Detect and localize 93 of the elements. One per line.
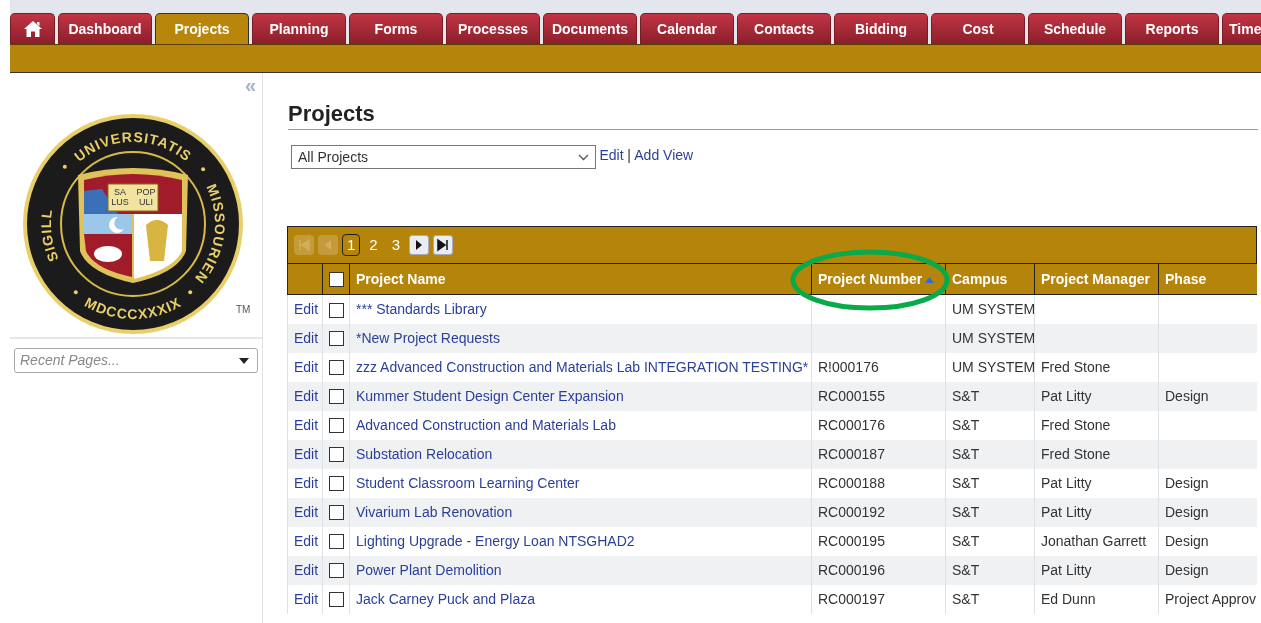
table-cell: S&T bbox=[945, 555, 1035, 585]
chevron-down-icon bbox=[578, 153, 589, 161]
recent-pages-dropdown[interactable]: Recent Pages... bbox=[14, 348, 258, 373]
nav-tab[interactable]: Time bbox=[1222, 13, 1261, 44]
row-checkbox[interactable] bbox=[329, 505, 344, 521]
select-all-checkbox[interactable] bbox=[329, 272, 344, 288]
table-cell: S&T bbox=[945, 497, 1035, 527]
table-cell: RC000155 bbox=[811, 381, 946, 411]
table-cell: RC000192 bbox=[811, 497, 946, 527]
nav-tab[interactable]: Dashboard bbox=[58, 13, 152, 44]
table-cell: Design bbox=[1158, 555, 1257, 585]
table-cell: Fred Stone bbox=[1034, 439, 1159, 469]
nav-tab[interactable]: Bidding bbox=[834, 13, 928, 44]
nav-tab[interactable]: Processes bbox=[446, 13, 540, 44]
page-title: Projects bbox=[288, 100, 1258, 130]
project-name-link[interactable]: Vivarium Lab Renovation bbox=[356, 503, 513, 520]
project-name-link[interactable]: *** Standards Library bbox=[356, 300, 487, 317]
trademark-text: TM bbox=[236, 303, 251, 317]
table-cell: Fred Stone bbox=[1034, 410, 1159, 440]
table-cell: UM SYSTEM bbox=[945, 323, 1035, 353]
table-cell: RC000196 bbox=[811, 555, 946, 585]
project-name-link[interactable]: Advanced Construction and Materials Lab bbox=[356, 416, 616, 433]
book-text: POP ULI bbox=[136, 187, 156, 207]
nav-tab[interactable]: Schedule bbox=[1028, 13, 1122, 44]
table-cell: S&T bbox=[945, 410, 1035, 440]
nav-tab[interactable]: Cost bbox=[931, 13, 1025, 44]
table-cell: Design bbox=[1158, 497, 1257, 527]
row-checkbox[interactable] bbox=[329, 389, 344, 405]
table-cell: RC000197 bbox=[811, 584, 946, 614]
table-cell: Pat Litty bbox=[1034, 497, 1159, 527]
nav-tab[interactable]: Reports bbox=[1125, 13, 1219, 44]
table-cell: Design bbox=[1158, 526, 1257, 556]
add-view-link[interactable]: Add View bbox=[634, 144, 694, 166]
table-cell: Project Approv bbox=[1158, 584, 1257, 614]
project-name-link[interactable]: Jack Carney Puck and Plaza bbox=[356, 590, 535, 607]
table-cell: Jonathan Garrett bbox=[1034, 526, 1159, 556]
nav-tab[interactable]: Forms bbox=[349, 13, 443, 44]
edit-view-link[interactable]: Edit bbox=[599, 144, 624, 166]
row-checkbox[interactable] bbox=[329, 592, 344, 608]
project-name-link[interactable]: Substation Relocation bbox=[356, 445, 493, 462]
caret-icon bbox=[239, 357, 249, 364]
project-name-link[interactable]: Lighting Upgrade - Energy Loan NTSGHAD2 bbox=[356, 532, 635, 549]
row-checkbox[interactable] bbox=[329, 476, 344, 492]
seal-year-text: MDCCCXXXIX bbox=[82, 293, 184, 323]
edit-link[interactable]: Edit bbox=[294, 416, 319, 433]
nav-tab[interactable]: Documents bbox=[543, 13, 637, 44]
row-checkbox[interactable] bbox=[329, 418, 344, 434]
table-cell: Ed Dunn bbox=[1034, 584, 1159, 614]
first-page-icon bbox=[297, 238, 311, 252]
nav-tab[interactable]: Contacts bbox=[737, 13, 831, 44]
table-cell: Fred Stone bbox=[1034, 352, 1159, 382]
table-cell: Pat Litty bbox=[1034, 555, 1159, 585]
table-cell: S&T bbox=[945, 439, 1035, 469]
table-cell: Design bbox=[1158, 468, 1257, 498]
table-cell: S&T bbox=[945, 584, 1035, 614]
table-cell: Design bbox=[1158, 381, 1257, 411]
table-cell: RC000195 bbox=[811, 526, 946, 556]
edit-link[interactable]: Edit bbox=[294, 532, 319, 549]
table-cell: UM SYSTEM bbox=[945, 352, 1035, 382]
table-cell: S&T bbox=[945, 526, 1035, 556]
edit-link[interactable]: Edit bbox=[294, 590, 319, 607]
nav-tab[interactable]: Planning bbox=[252, 13, 346, 44]
nav-tab[interactable]: Calendar bbox=[640, 13, 734, 44]
edit-link[interactable]: Edit bbox=[294, 358, 319, 375]
edit-link[interactable]: Edit bbox=[294, 300, 319, 317]
edit-link[interactable]: Edit bbox=[294, 474, 319, 491]
home-icon bbox=[22, 20, 43, 38]
table-cell: RC000188 bbox=[811, 468, 946, 498]
table-cell: UM SYSTEM bbox=[945, 294, 1035, 324]
table-cell: RC000187 bbox=[811, 439, 946, 469]
row-checkbox[interactable] bbox=[329, 563, 344, 579]
view-select[interactable]: All Projects bbox=[291, 145, 596, 169]
project-name-link[interactable]: *New Project Requests bbox=[356, 329, 500, 346]
separator-text: | bbox=[627, 145, 631, 165]
row-checkbox[interactable] bbox=[329, 302, 344, 318]
row-checkbox[interactable] bbox=[329, 331, 344, 347]
home-tab[interactable] bbox=[10, 13, 55, 44]
table-cell: S&T bbox=[945, 468, 1035, 498]
table-cell: Pat Litty bbox=[1034, 468, 1159, 498]
project-name-link[interactable]: Student Classroom Learning Center bbox=[356, 474, 580, 491]
last-page-button[interactable] bbox=[433, 235, 454, 255]
table-cell: Pat Litty bbox=[1034, 381, 1159, 411]
next-button[interactable] bbox=[409, 235, 430, 255]
table-cell: RC000176 bbox=[811, 410, 946, 440]
row-checkbox[interactable] bbox=[329, 534, 344, 550]
table-cell: R!000176 bbox=[811, 352, 946, 382]
row-checkbox[interactable] bbox=[329, 360, 344, 376]
project-name-link[interactable]: zzz Advanced Construction and Materials Lab INTEGRATION TESTING* bbox=[356, 358, 809, 375]
book-text: SA LUS bbox=[111, 187, 129, 207]
table-cell: S&T bbox=[945, 381, 1035, 411]
project-name-link[interactable]: Power Plant Demolition bbox=[356, 561, 502, 578]
row-checkbox[interactable] bbox=[329, 447, 344, 463]
last-page-icon bbox=[436, 238, 451, 252]
